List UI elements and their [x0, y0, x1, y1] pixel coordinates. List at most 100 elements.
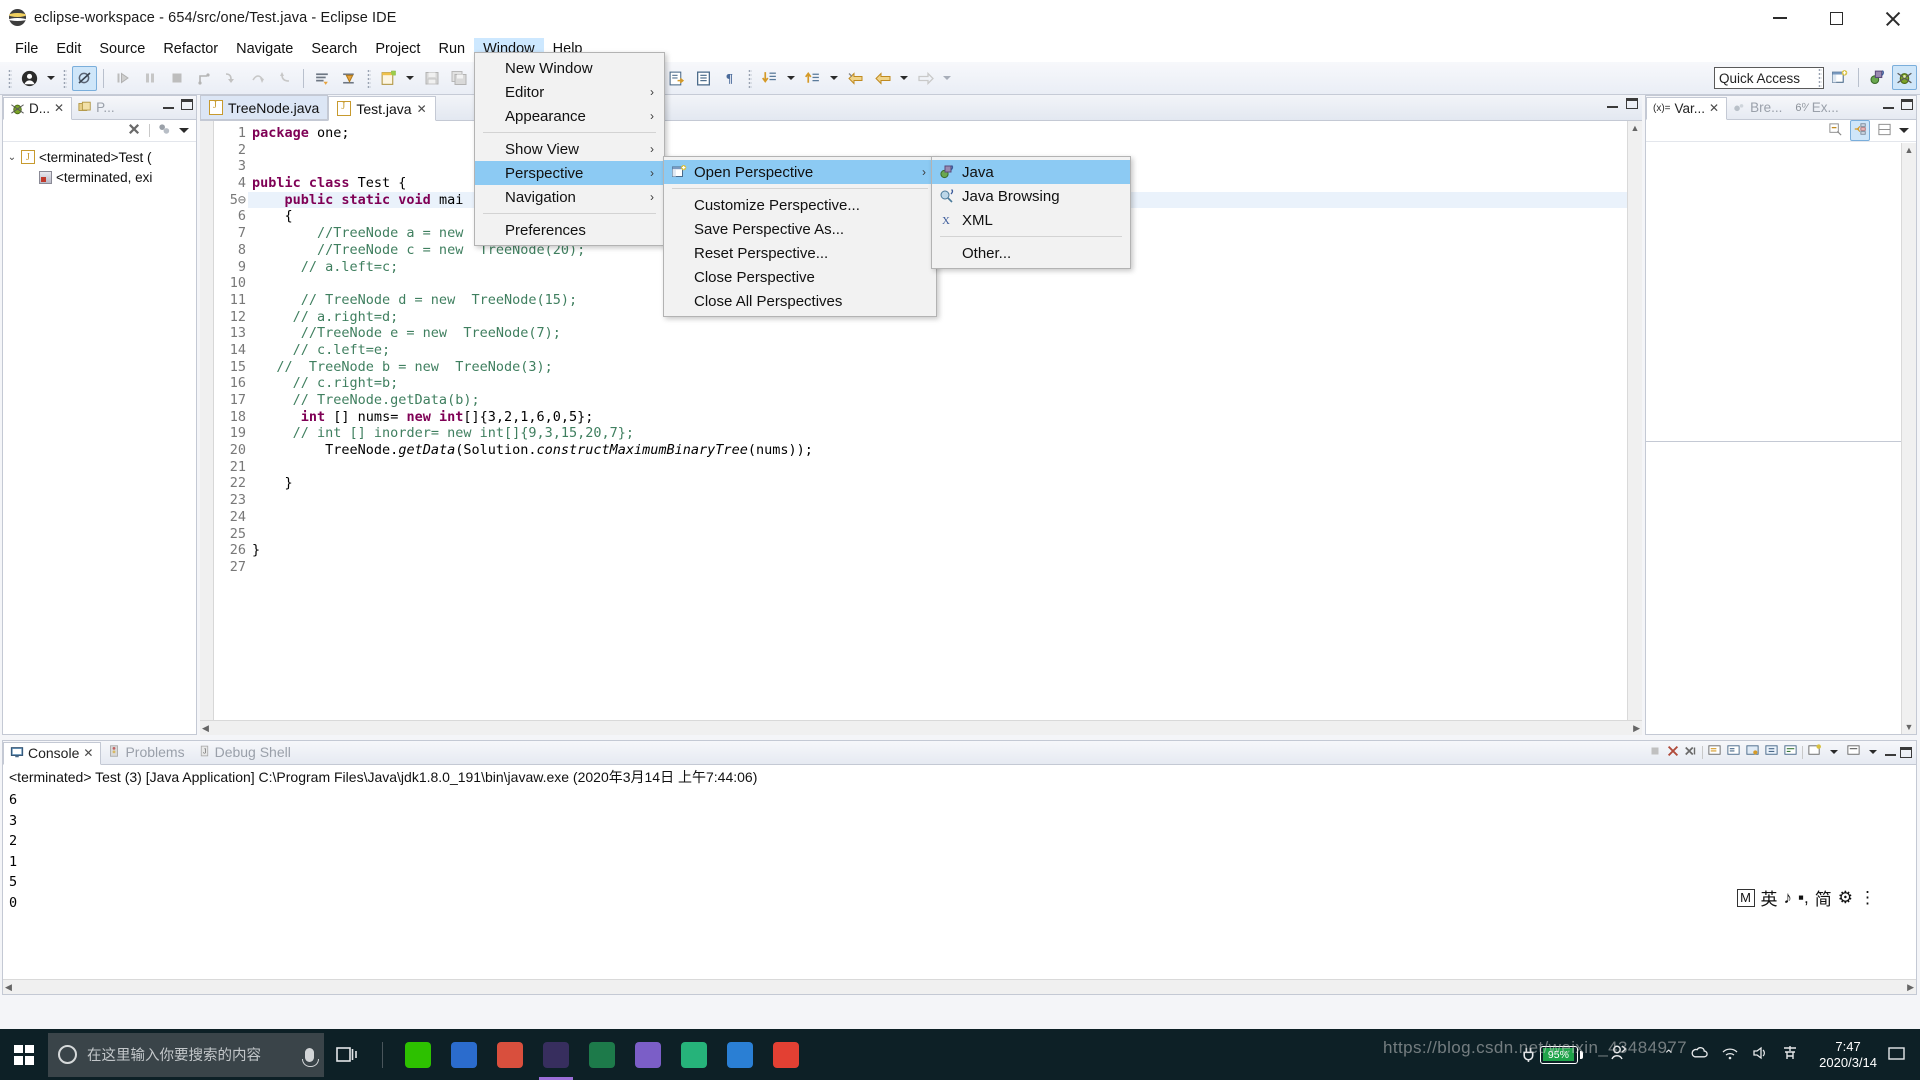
scroll-right-arrow[interactable]: ▶ — [1631, 721, 1642, 736]
menu-project[interactable]: Project — [366, 38, 429, 60]
save-all-icon[interactable] — [446, 66, 471, 91]
toolbar-grip[interactable] — [748, 68, 752, 88]
forward-icon[interactable] — [913, 66, 938, 91]
back-dropdown-arrow[interactable] — [900, 76, 908, 80]
scroll-left-arrow[interactable]: ◀ — [200, 721, 211, 736]
ime-toolbar[interactable]: M 英 ♪ ▪, 简 ⚙ ⋮ — [1736, 885, 1876, 910]
view-filter-icon[interactable] — [157, 122, 172, 140]
open-task-icon[interactable] — [691, 66, 716, 91]
step-into-icon[interactable] — [218, 66, 243, 91]
tab-variables[interactable]: (x)= Var... ✕ — [1646, 97, 1728, 120]
maximize-button[interactable] — [1808, 0, 1864, 36]
search-input[interactable]: 在这里输入你要搜索的内容 — [48, 1032, 324, 1077]
code-line[interactable]: //TreeNode e = new TreeNode(7); — [248, 325, 1628, 342]
console-tab-problems[interactable]: Problems — [101, 741, 191, 764]
close-icon[interactable]: ✕ — [417, 102, 427, 116]
taskbar-app-wps[interactable] — [487, 1029, 533, 1080]
previous-annotation-icon[interactable] — [800, 66, 825, 91]
new-icon[interactable] — [376, 66, 401, 91]
remove-all-terminated-icon[interactable] — [127, 122, 142, 140]
back-icon[interactable] — [870, 66, 895, 91]
variables-detail-splitter[interactable] — [1646, 441, 1916, 442]
close-icon[interactable]: ✕ — [54, 101, 64, 115]
scroll-up-arrow[interactable]: ▲ — [1903, 143, 1916, 157]
menu-item-java-browsing[interactable]: Java Browsing — [932, 184, 1130, 208]
ime-glyph-0[interactable]: M — [1736, 888, 1755, 907]
menu-item-reset-perspective[interactable]: Reset Perspective... — [664, 241, 936, 265]
console-view-menu-icon[interactable] — [1846, 743, 1861, 761]
tab-debug[interactable]: D... ✕ — [3, 97, 73, 120]
menu-edit[interactable]: Edit — [47, 38, 90, 60]
code-line[interactable] — [248, 559, 1628, 576]
menu-item-navigation[interactable]: Navigation › — [475, 185, 664, 209]
console-tab-console[interactable]: Console ✕ — [3, 742, 102, 765]
scroll-down-arrow[interactable]: ▼ — [1903, 720, 1916, 734]
menu-refactor[interactable]: Refactor — [154, 38, 227, 60]
editor-tab-treenode-java[interactable]: TreeNode.java — [200, 95, 329, 120]
taskbar-app-photos[interactable] — [625, 1029, 671, 1080]
disconnect-icon[interactable] — [191, 66, 216, 91]
scroll-lock-icon[interactable] — [1764, 743, 1779, 761]
close-button[interactable] — [1864, 0, 1920, 36]
taskbar-app-qq-browser[interactable] — [671, 1029, 717, 1080]
open-perspective-icon[interactable] — [1827, 65, 1852, 90]
code-line[interactable] — [248, 492, 1628, 509]
quick-access-input[interactable]: Quick Access — [1714, 67, 1824, 89]
microphone-icon[interactable] — [302, 1047, 319, 1067]
scroll-left-arrow[interactable]: ◀ — [3, 980, 14, 995]
taskbar-app-chrome[interactable] — [763, 1029, 809, 1080]
tab-project-explorer[interactable]: P... — [72, 96, 122, 119]
minimize-icon[interactable] — [163, 107, 174, 109]
taskbar-app-xmind[interactable] — [579, 1029, 625, 1080]
editor-horizontal-scrollbar[interactable]: ◀ ▶ — [200, 720, 1642, 735]
new-dropdown-arrow[interactable] — [406, 76, 414, 80]
show-logical-structure-icon[interactable] — [1850, 120, 1870, 141]
maximize-icon[interactable] — [181, 99, 193, 110]
console-horizontal-scrollbar[interactable]: ◀ ▶ — [3, 979, 1916, 994]
menu-navigate[interactable]: Navigate — [227, 38, 302, 60]
code-line[interactable] — [248, 459, 1628, 476]
save-icon[interactable] — [419, 66, 444, 91]
remove-all-terminated-icon[interactable] — [1684, 744, 1698, 761]
toolbar-grip[interactable] — [367, 68, 371, 88]
suspend-icon[interactable] — [137, 66, 162, 91]
editor-vertical-scrollbar[interactable]: ▲ ▼ — [1627, 121, 1642, 735]
user-dropdown-arrow[interactable] — [47, 76, 55, 80]
volume-icon[interactable] — [1751, 1045, 1769, 1064]
scroll-right-arrow[interactable]: ▶ — [1905, 980, 1916, 995]
menu-run[interactable]: Run — [429, 38, 474, 60]
view-menu-icon[interactable] — [1899, 128, 1909, 133]
ime-glyph-3[interactable]: ▪, — [1798, 888, 1809, 908]
input-method-icon[interactable] — [1781, 1045, 1799, 1065]
forward-dropdown-arrow[interactable] — [943, 76, 951, 80]
menu-source[interactable]: Source — [90, 38, 154, 60]
toolbar-grip[interactable] — [1818, 68, 1822, 87]
menu-item-appearance[interactable]: Appearance › — [475, 104, 664, 128]
layout-icon[interactable] — [1877, 122, 1892, 140]
menu-file[interactable]: File — [6, 38, 47, 60]
console-output[interactable]: 6 3 2 1 5 0 — [3, 787, 1916, 994]
code-line[interactable]: TreeNode.getData(Solution.constructMaxim… — [248, 442, 1628, 459]
menu-search[interactable]: Search — [302, 38, 366, 60]
maximize-icon[interactable] — [1900, 746, 1912, 758]
menu-item-xml[interactable]: X XML — [932, 208, 1130, 232]
menu-item-new-window[interactable]: New Window — [475, 56, 664, 80]
toolbar-grip[interactable] — [8, 68, 12, 88]
tab-expressions[interactable]: 6⁰⁄ Ex... — [1789, 96, 1845, 119]
minimize-icon[interactable] — [1883, 107, 1894, 109]
debug-perspective-icon[interactable] — [1892, 65, 1917, 90]
editor-marker-bar[interactable] — [200, 121, 214, 735]
tree-item[interactable]: ⌄ J <terminated>Test ( — [7, 147, 192, 167]
code-line[interactable]: // a.right=d; — [248, 309, 1628, 326]
task-view-button[interactable] — [324, 1029, 370, 1080]
skip-breakpoints-icon[interactable] — [72, 65, 97, 91]
user-account-icon[interactable] — [17, 66, 42, 91]
code-line[interactable]: // TreeNode.getData(b); — [248, 392, 1628, 409]
code-line[interactable] — [248, 526, 1628, 543]
menu-item-save-perspective-as[interactable]: Save Perspective As... — [664, 217, 936, 241]
code-line[interactable]: } — [248, 475, 1628, 492]
resume-icon[interactable] — [110, 66, 135, 91]
maximize-icon[interactable] — [1626, 98, 1638, 109]
menu-item-perspective[interactable]: Perspective › — [475, 161, 664, 185]
scroll-up-arrow[interactable]: ▲ — [1629, 121, 1642, 135]
